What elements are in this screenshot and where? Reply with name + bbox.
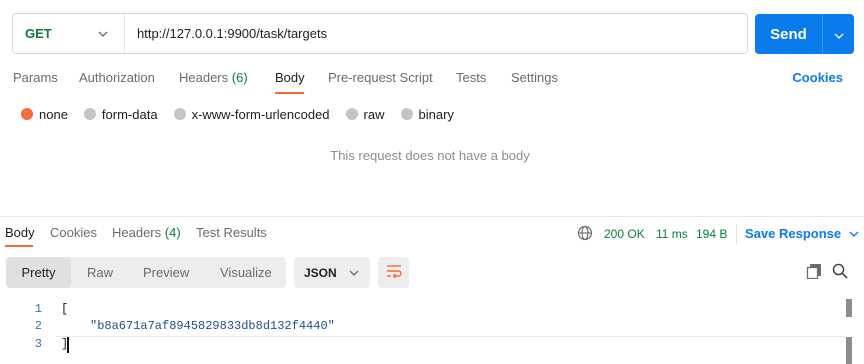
- radio-indicator: [83, 108, 96, 120]
- response-size[interactable]: 194 B: [696, 227, 727, 241]
- format-label: JSON: [304, 265, 337, 280]
- tab-count: (4): [164, 225, 181, 240]
- code-line: 1 [: [0, 300, 864, 318]
- view-mode-selector: Pretty Raw Preview Visualize: [6, 257, 286, 288]
- radio-label: binary: [418, 106, 454, 122]
- pane-divider[interactable]: [0, 216, 864, 217]
- method-select[interactable]: GET: [13, 14, 125, 53]
- view-pretty-button[interactable]: Pretty: [6, 257, 71, 288]
- radio-indicator: [400, 108, 413, 120]
- radio-label: form-data: [101, 106, 158, 122]
- tab-label: Headers: [179, 70, 229, 85]
- code-line: 3 ]: [0, 335, 864, 353]
- tab-label: Authorization: [79, 70, 155, 85]
- method-label: GET: [25, 26, 52, 41]
- url-input[interactable]: [125, 14, 747, 53]
- cookies-link[interactable]: Cookies: [792, 70, 843, 85]
- code-line: 2 "b8a671a7af8945829833db8d132f4440": [0, 317, 864, 335]
- radio-form-data[interactable]: form-data: [83, 106, 158, 122]
- chevron-down-icon: [847, 227, 861, 241]
- wrap-lines-icon: [386, 264, 402, 281]
- scrollbar-thumb[interactable]: [846, 337, 852, 364]
- radio-binary[interactable]: binary: [400, 106, 454, 122]
- line-text: "b8a671a7af8945829833db8d132f4440": [90, 319, 335, 333]
- scrollbar-thumb[interactable]: [846, 299, 852, 317]
- chevron-down-icon: [347, 266, 361, 280]
- view-preview-button[interactable]: Preview: [143, 257, 189, 288]
- text-cursor: [67, 337, 69, 353]
- radio-x-www-form-urlencoded[interactable]: x-www-form-urlencoded: [173, 106, 330, 122]
- radio-raw[interactable]: raw: [345, 106, 385, 122]
- response-tab-body[interactable]: Body: [5, 225, 35, 240]
- radio-label: none: [39, 106, 68, 122]
- tab-count: (6): [231, 70, 248, 85]
- chevron-down-icon: [96, 27, 110, 41]
- body-type-radios: none form-data x-www-form-urlencoded raw…: [21, 106, 470, 122]
- tab-tests[interactable]: Tests: [456, 70, 486, 85]
- line-number: 3: [34, 337, 42, 351]
- copy-icon[interactable]: [806, 263, 822, 280]
- request-tabs: Params Authorization Headers (6) Body Pr…: [0, 70, 864, 96]
- chevron-down-icon: [834, 27, 844, 42]
- editor-scrollbar[interactable]: [846, 297, 852, 364]
- save-response-button[interactable]: Save Response: [745, 226, 861, 241]
- status-code[interactable]: 200 OK: [604, 227, 645, 241]
- search-icon[interactable]: [832, 263, 848, 279]
- tab-label: Test Results: [196, 225, 267, 240]
- tab-label: Cookies: [50, 225, 97, 240]
- send-button-group: Send: [755, 14, 854, 54]
- send-options-button[interactable]: [823, 14, 854, 54]
- response-tab-cookies[interactable]: Cookies: [50, 225, 97, 240]
- response-tabs: Body Cookies Headers (4) Test Results: [0, 225, 864, 251]
- current-line-highlight: [56, 336, 844, 337]
- response-tab-headers[interactable]: Headers (4): [112, 225, 181, 240]
- status-divider: [736, 224, 737, 244]
- active-tab-indicator: [275, 92, 304, 94]
- tab-label: Headers: [112, 225, 162, 240]
- tab-pre-request-script[interactable]: Pre-request Script: [328, 70, 433, 85]
- wrap-lines-button[interactable]: [378, 257, 409, 288]
- tab-headers[interactable]: Headers (6): [179, 70, 248, 85]
- tab-authorization[interactable]: Authorization: [79, 70, 155, 85]
- format-select[interactable]: JSON: [294, 257, 370, 288]
- tab-params[interactable]: Params: [13, 70, 58, 85]
- radio-none[interactable]: none: [21, 107, 68, 122]
- line-number: 2: [34, 319, 42, 333]
- tab-label: Params: [13, 70, 58, 85]
- active-tab-indicator: [5, 245, 33, 247]
- response-time[interactable]: 11 ms: [656, 227, 688, 241]
- save-response-label: Save Response: [745, 226, 842, 241]
- line-number: 1: [34, 302, 42, 316]
- line-text: [: [61, 302, 69, 316]
- tab-label: Settings: [511, 70, 558, 85]
- view-visualize-button[interactable]: Visualize: [220, 257, 272, 288]
- empty-body-message: This request does not have a body: [330, 148, 530, 163]
- response-body-editor[interactable]: 1 [ 2 "b8a671a7af8945829833db8d132f4440"…: [0, 297, 864, 364]
- response-tab-test-results[interactable]: Test Results: [196, 225, 267, 240]
- radio-indicator: [345, 108, 358, 120]
- tab-settings[interactable]: Settings: [511, 70, 558, 85]
- tab-label: Pre-request Script: [328, 70, 433, 85]
- radio-indicator: [21, 108, 33, 120]
- tab-label: Body: [5, 225, 35, 240]
- tab-body[interactable]: Body: [275, 70, 305, 85]
- view-raw-button[interactable]: Raw: [87, 257, 113, 288]
- radio-indicator: [173, 108, 186, 120]
- globe-icon[interactable]: [577, 225, 593, 241]
- radio-label: x-www-form-urlencoded: [191, 106, 330, 122]
- tab-label: Tests: [456, 70, 487, 85]
- send-button[interactable]: Send: [755, 14, 822, 54]
- url-bar: GET: [12, 13, 748, 54]
- radio-label: raw: [363, 106, 385, 122]
- tab-label: Body: [275, 70, 305, 85]
